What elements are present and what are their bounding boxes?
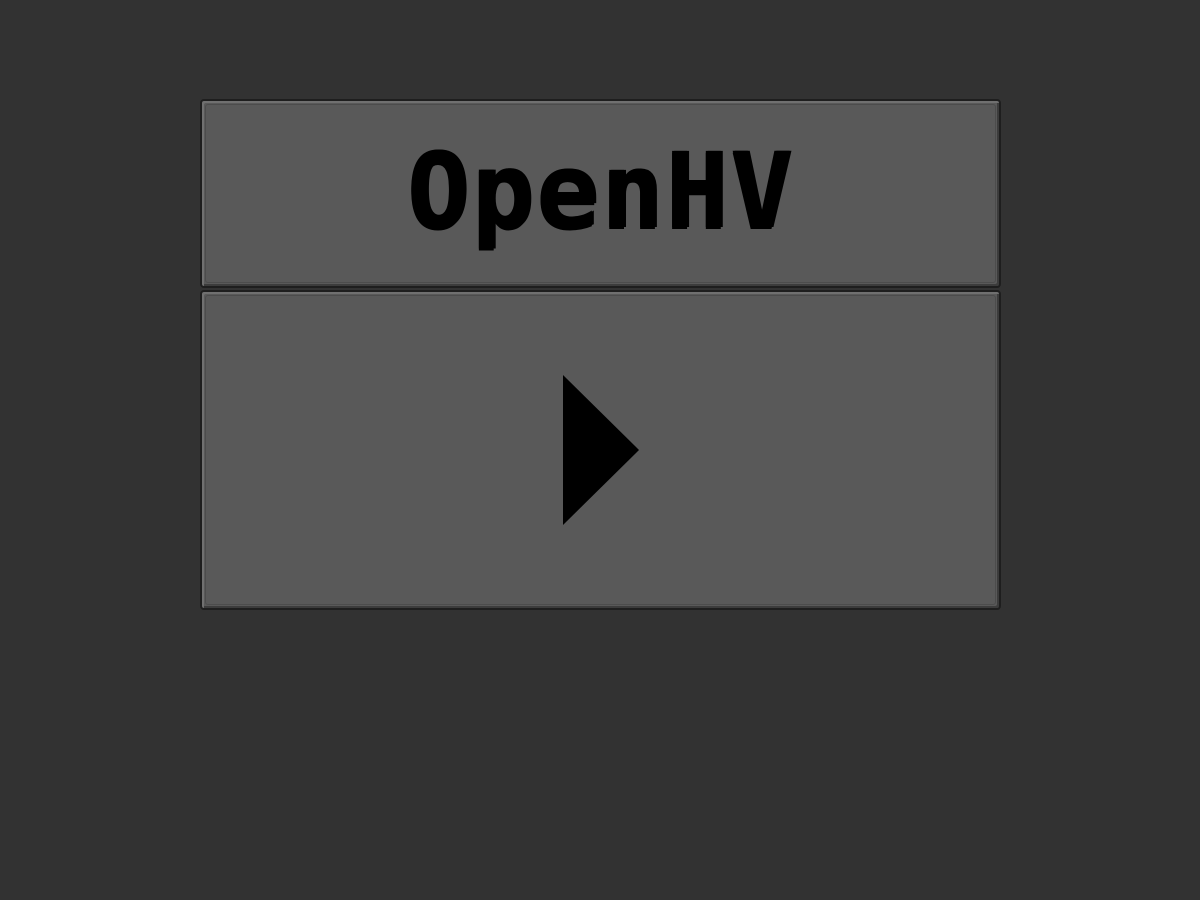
title-panel: OpenHV	[200, 99, 1001, 288]
play-button[interactable]	[200, 290, 1001, 610]
play-icon	[562, 375, 639, 525]
game-title: OpenHV	[406, 129, 795, 252]
main-menu-screen: OpenHV	[0, 0, 1200, 900]
